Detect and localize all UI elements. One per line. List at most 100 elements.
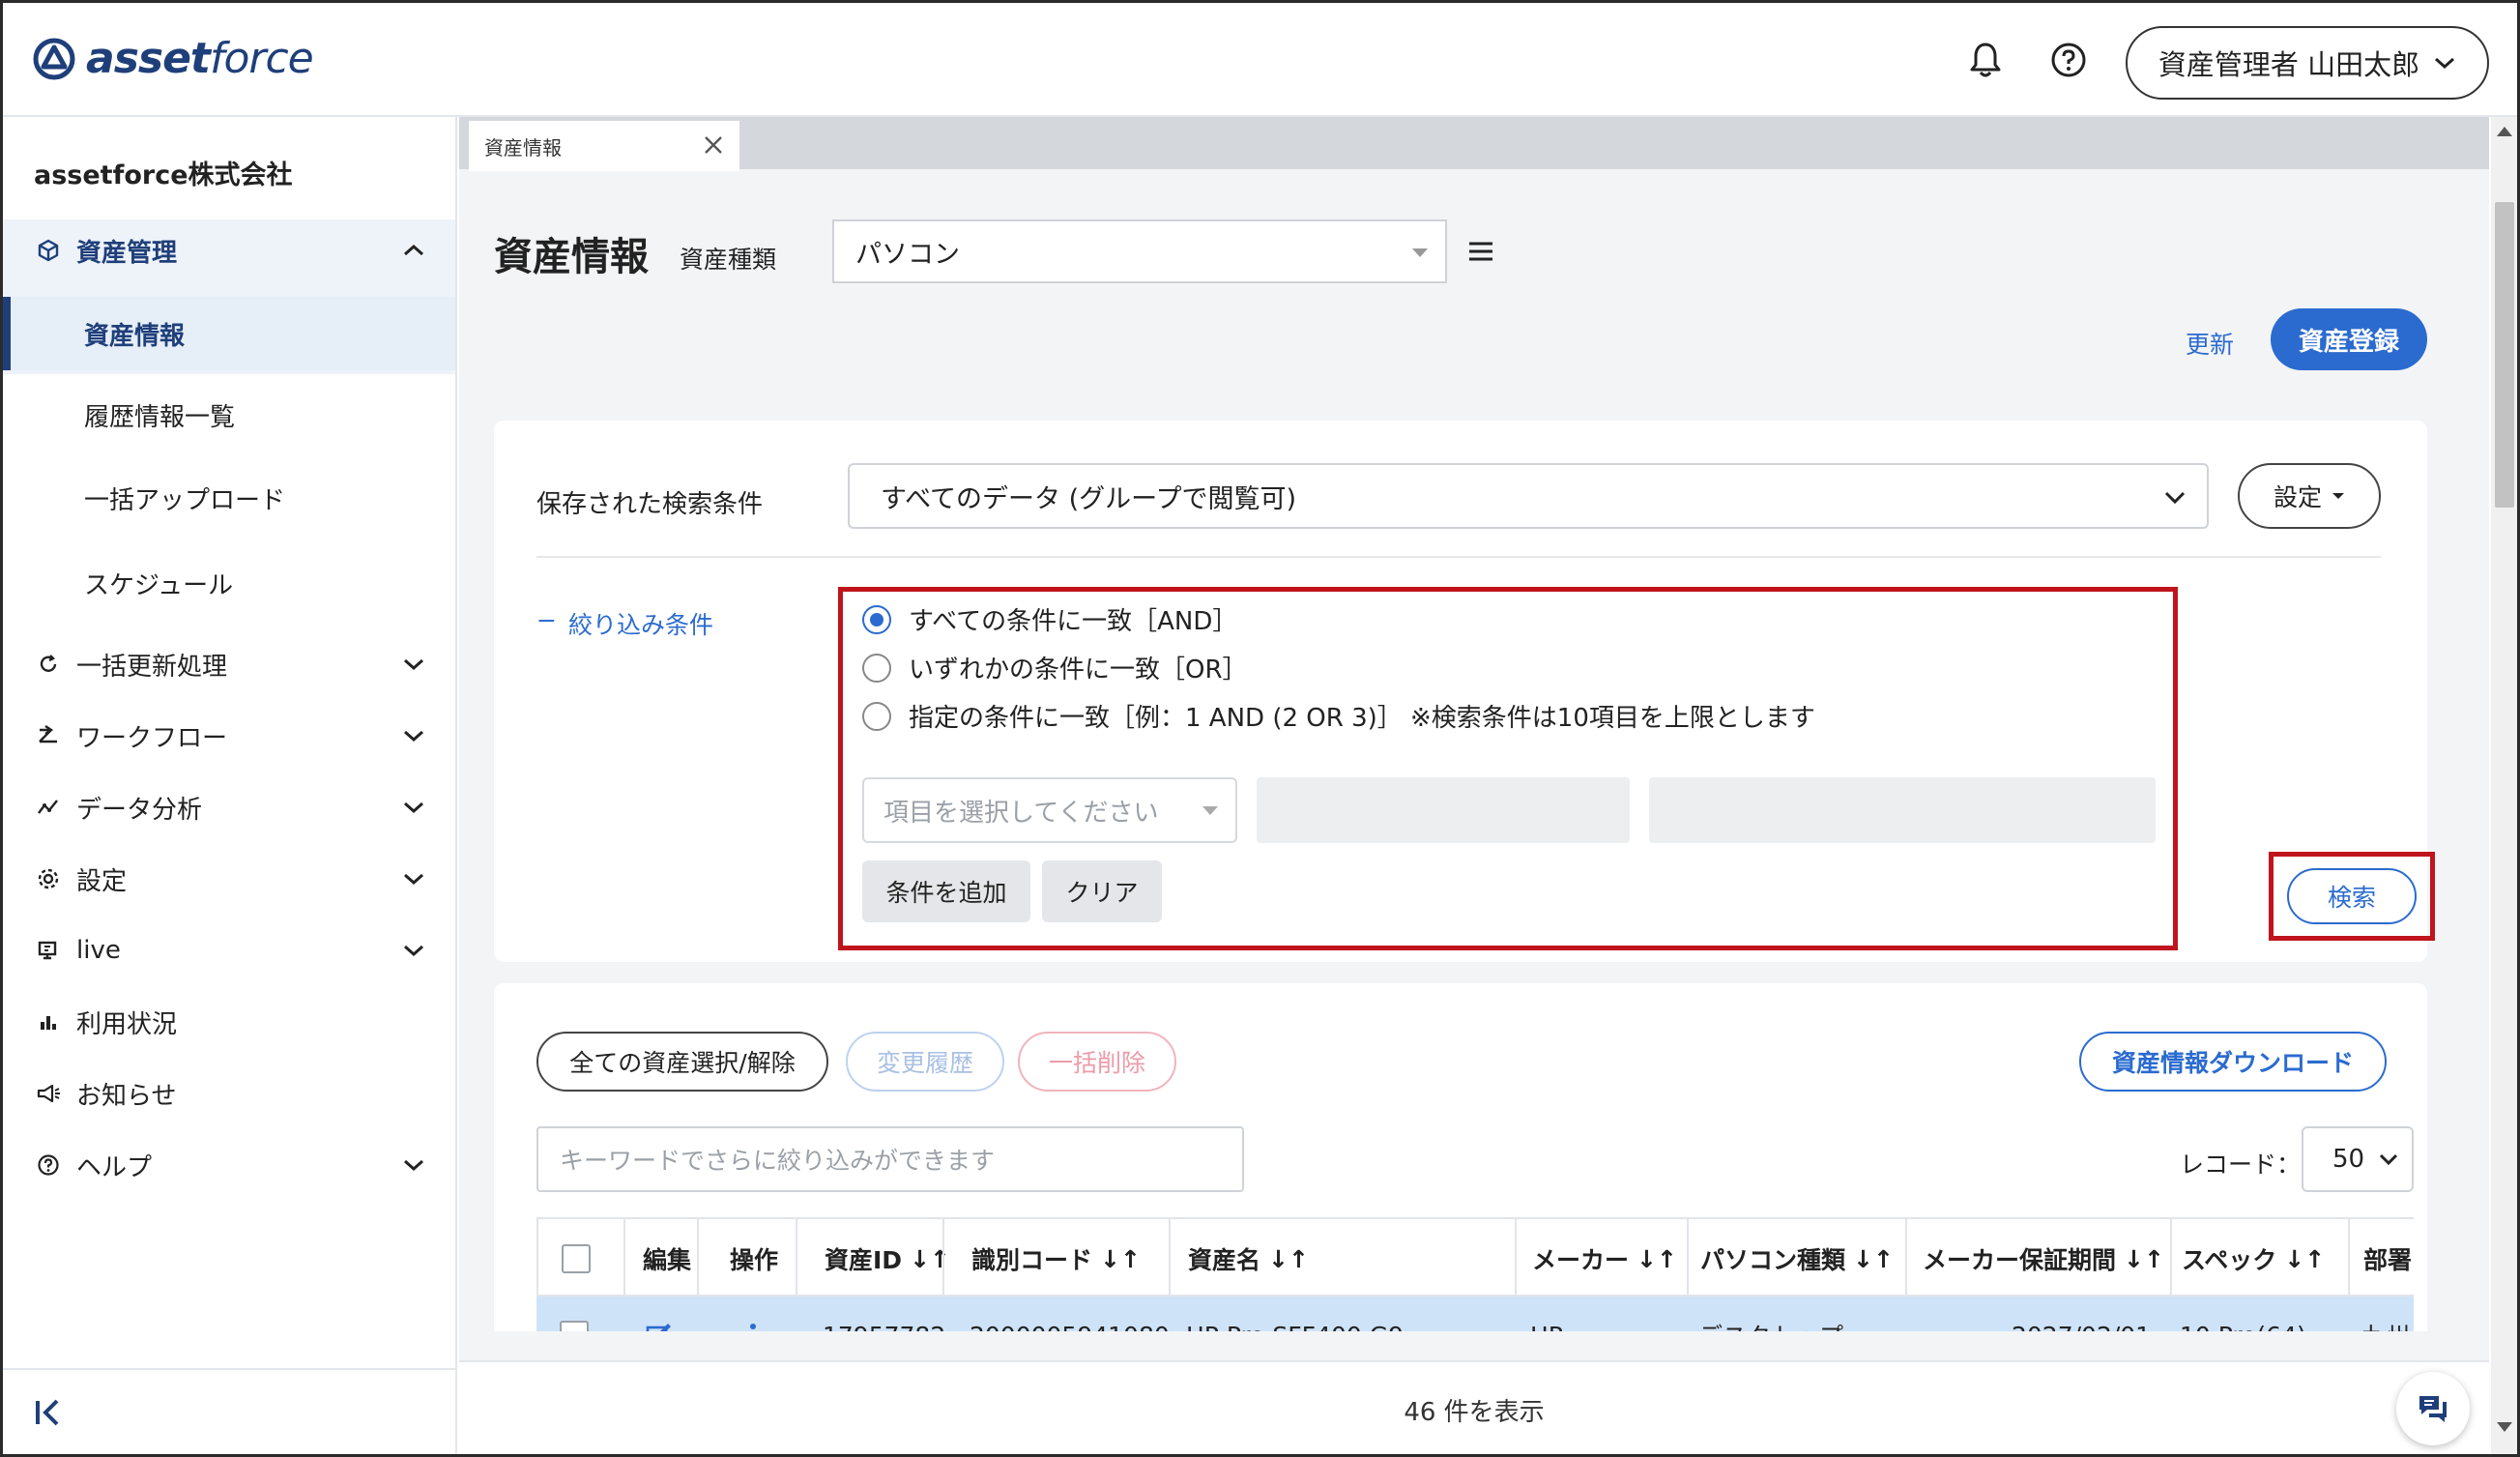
sidebar-subitem-label: 履歴情報一覧 <box>84 402 236 432</box>
user-name: 資産管理者 山田太郎 <box>2158 48 2420 81</box>
download-button[interactable]: 資産情報ダウンロード <box>2079 1032 2387 1092</box>
asset-type-select[interactable]: パソコン <box>832 219 1447 283</box>
match-option-and[interactable]: すべての条件に一致［AND］ <box>862 601 1237 637</box>
sidebar-subitem-asset-info[interactable]: 資産情報 <box>3 297 455 370</box>
sidebar-item-label: ワークフロー <box>76 723 228 753</box>
keyword-filter-input[interactable]: キーワードでさらに絞り込みができます <box>536 1126 1244 1192</box>
asset-list-card: 全ての資産選択/解除 変更履歴 一括削除 資産情報ダウンロード キーワードでさら… <box>494 983 2427 1331</box>
user-menu-button[interactable]: 資産管理者 山田太郎 <box>2126 26 2489 100</box>
column-header-asset-name[interactable]: 資産名 ↓↑ <box>1188 1219 1309 1298</box>
saved-conditions-select[interactable]: すべてのデータ (グループで閲覧可) <box>848 463 2209 529</box>
asset-type-label: 資産種類 <box>680 246 777 274</box>
sidebar-item-workflow[interactable]: ワークフロー <box>3 707 455 765</box>
cell-maker: HP <box>1530 1297 1563 1332</box>
clear-button[interactable]: クリア <box>1042 860 1162 922</box>
gear-icon <box>34 864 63 893</box>
help-circle-icon[interactable] <box>2046 38 2091 82</box>
sidebar-item-data-analysis[interactable]: データ分析 <box>3 778 455 836</box>
filter-toggle[interactable]: − 絞り込み条件 <box>536 606 713 641</box>
sort-icon[interactable]: ↓↑ <box>2124 1245 2164 1273</box>
sidebar-item-settings[interactable]: 設定 <box>3 850 455 908</box>
column-header-actions: 操作 <box>730 1246 779 1274</box>
sort-icon[interactable]: ↓↑ <box>1268 1245 1309 1273</box>
hamburger-menu-icon[interactable] <box>1466 237 1495 266</box>
refresh-icon <box>34 650 63 679</box>
chevron-down-icon <box>399 1151 428 1180</box>
chevron-down-icon <box>399 650 428 679</box>
chevron-down-icon <box>2435 57 2455 70</box>
saved-conditions-label: 保存された検索条件 <box>536 490 764 519</box>
sidebar-item-notices[interactable]: お知らせ <box>3 1064 455 1122</box>
more-vertical-icon[interactable] <box>747 1297 759 1331</box>
bell-icon[interactable] <box>1963 38 2008 82</box>
sort-icon[interactable]: ↓↑ <box>1100 1245 1141 1273</box>
page-content: 資産情報 資産種類 パソコン 更新 資産登録 保存された検索条件 すべてのデータ… <box>459 171 2462 1331</box>
filter-toggle-label: 絞り込み条件 <box>567 611 713 639</box>
sidebar-subitem-schedule[interactable]: スケジュール <box>3 546 455 620</box>
chevron-up-icon <box>399 236 428 265</box>
logo[interactable]: assetforce <box>32 34 314 83</box>
sidebar-subitem-history[interactable]: 履歴情報一覧 <box>3 378 455 452</box>
tab-asset-info[interactable]: 資産情報 <box>469 121 739 171</box>
chat-icon[interactable] <box>2396 1372 2470 1445</box>
collapse-symbol: − <box>536 606 557 634</box>
company-name: assetforce株式会社 <box>34 160 293 190</box>
match-option-or[interactable]: いずれかの条件に一致［OR］ <box>862 650 1248 685</box>
select-all-checkbox[interactable] <box>562 1219 591 1298</box>
cell-warranty: 2027/02/01 <box>2012 1297 2151 1332</box>
sidebar-item-live[interactable]: live <box>3 921 455 979</box>
megaphone-icon <box>34 1079 63 1108</box>
search-button[interactable]: 検索 <box>2287 868 2417 924</box>
column-separator <box>1515 1219 1517 1298</box>
chevron-down-icon <box>399 864 428 893</box>
sidebar-item-bulk-update[interactable]: 一括更新処理 <box>3 635 455 693</box>
sidebar: assetforce株式会社 資産管理 資産情報 履歴情報一覧 一括アップロード… <box>3 117 457 1454</box>
column-header-spec[interactable]: スペック ↓↑ <box>2182 1219 2325 1298</box>
bar-chart-icon <box>34 1007 63 1036</box>
collapse-sidebar-icon[interactable] <box>30 1393 69 1432</box>
select-all-button[interactable]: 全ての資産選択/解除 <box>536 1032 828 1092</box>
sidebar-subitem-bulk-upload[interactable]: 一括アップロード <box>3 461 455 535</box>
record-count-select[interactable]: 50 <box>2302 1126 2414 1192</box>
radio-label: すべての条件に一致［AND］ <box>909 607 1238 636</box>
match-option-custom[interactable]: 指定の条件に一致［例：1 AND (2 OR 3)］ ※検索条件は10項目を上限… <box>862 698 1815 734</box>
cell-asset-id: 17957782 <box>823 1297 945 1332</box>
scroll-down-arrow[interactable] <box>2497 1422 2512 1432</box>
chevron-down-icon <box>2379 1153 2398 1166</box>
chevron-down-icon <box>399 721 428 750</box>
add-condition-button[interactable]: 条件を追加 <box>862 860 1030 922</box>
table-header: 編集 操作 資産ID ↓↑ 識別コード ↓↑ 資産名 ↓↑ メーカー ↓↑ パソコン種類… <box>536 1217 2414 1298</box>
bulk-delete-button[interactable]: 一括削除 <box>1018 1032 1176 1092</box>
sidebar-subitem-label: スケジュール <box>84 570 234 600</box>
scroll-up-arrow[interactable] <box>2497 127 2512 136</box>
radio[interactable] <box>862 701 891 731</box>
sidebar-item-asset-management[interactable]: 資産管理 <box>3 221 455 279</box>
row-checkbox[interactable] <box>560 1297 589 1331</box>
settings-dropdown-button[interactable]: 設定 <box>2238 463 2381 529</box>
sort-icon[interactable]: ↓↑ <box>2284 1245 2325 1273</box>
change-history-button[interactable]: 変更履歴 <box>846 1032 1004 1092</box>
sort-icon[interactable]: ↓↑ <box>1853 1245 1894 1273</box>
page-scrollbar[interactable] <box>2491 117 2517 1454</box>
radio[interactable] <box>862 653 891 683</box>
close-icon[interactable] <box>701 132 726 158</box>
column-header-warranty[interactable]: メーカー保証期間 ↓↑ <box>1923 1219 2164 1298</box>
sort-icon[interactable]: ↓↑ <box>1637 1245 1677 1273</box>
sidebar-item-help[interactable]: ヘルプ <box>3 1136 455 1194</box>
caret-down-icon <box>1202 806 1218 815</box>
edit-icon[interactable] <box>645 1297 674 1331</box>
condition-value-field <box>1649 777 2156 843</box>
sidebar-item-usage[interactable]: 利用状況 <box>3 993 455 1051</box>
table-row[interactable]: 17957782 2000005941080 HP Pro SFF400 G9 … <box>536 1297 2414 1331</box>
radio-label: いずれかの条件に一致［OR］ <box>909 656 1248 685</box>
column-header-code[interactable]: 識別コード ↓↑ <box>971 1219 1141 1298</box>
radio-checked[interactable] <box>862 604 891 634</box>
column-header-asset-id[interactable]: 資産ID ↓↑ <box>825 1219 950 1298</box>
register-asset-button[interactable]: 資産登録 <box>2271 308 2427 370</box>
condition-item-select[interactable]: 項目を選択してください <box>862 777 1237 843</box>
scrollbar-thumb[interactable] <box>2495 202 2514 508</box>
box-icon <box>34 236 63 265</box>
refresh-link[interactable]: 更新 <box>2186 326 2234 361</box>
column-header-maker[interactable]: メーカー ↓↑ <box>1532 1219 1677 1298</box>
column-header-pc-type[interactable]: パソコン種類 ↓↑ <box>1700 1219 1894 1298</box>
